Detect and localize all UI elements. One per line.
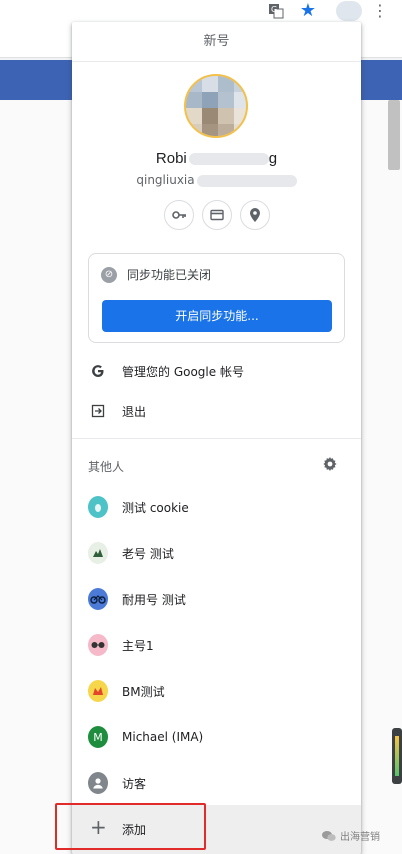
sign-out-item[interactable]: 退出 [72, 393, 361, 429]
guest-avatar-icon [88, 772, 108, 794]
person-label: 主号1 [122, 638, 154, 653]
person-avatar [88, 496, 108, 518]
user-name-text: Robi [155, 150, 187, 167]
menu-divider [72, 438, 361, 439]
user-avatar [184, 74, 248, 138]
person-avatar [88, 634, 108, 656]
person-item-guest[interactable]: 访客 [72, 765, 361, 801]
credit-card-icon [210, 209, 224, 221]
annotation-highlight-box [55, 803, 206, 850]
person-avatar [88, 542, 108, 564]
person-avatar: M [88, 726, 108, 748]
sign-out-icon [88, 401, 108, 421]
volume-meter [392, 728, 402, 784]
person-item-main-account[interactable]: 主号1 [72, 627, 361, 663]
person-avatar [88, 588, 108, 610]
browser-toolbar: G ★ ⋮ [0, 0, 402, 22]
sync-off-icon: ⊘ [101, 266, 117, 283]
bookmark-star-icon[interactable]: ★ [298, 1, 318, 21]
sync-card: ⊘ 同步功能已关闭 开启同步功能... [88, 253, 345, 343]
menu-title: 新号 [72, 22, 361, 62]
gear-icon[interactable] [322, 456, 340, 474]
svg-text:G: G [271, 5, 277, 14]
google-g-icon [88, 361, 108, 381]
manage-google-account-item[interactable]: 管理您的 Google 帐号 [72, 353, 361, 389]
person-item-durable-account[interactable]: 耐用号 测试 [72, 581, 361, 617]
manage-google-account-label: 管理您的 Google 帐号 [122, 364, 244, 379]
translate-icon[interactable]: G [266, 1, 286, 21]
sync-status: 同步功能已关闭 [127, 268, 212, 282]
person-label: 耐用号 测试 [122, 592, 186, 607]
more-menu-icon[interactable]: ⋮ [370, 1, 390, 21]
passwords-button[interactable] [164, 200, 194, 230]
person-item-test-cookie[interactable]: 测试 cookie [72, 489, 361, 525]
person-avatar [88, 680, 108, 702]
person-label: Michael (IMA) [122, 730, 204, 744]
watermark-text: 出海营销 [340, 832, 380, 843]
key-icon [172, 211, 186, 219]
page-scrollbar[interactable] [388, 100, 400, 170]
person-item-old-account[interactable]: 老号 测试 [72, 535, 361, 571]
profile-avatar-button[interactable] [336, 1, 362, 21]
payment-methods-button[interactable] [202, 200, 232, 230]
location-pin-icon [250, 208, 260, 222]
person-label: 老号 测试 [122, 546, 174, 561]
watermark: 出海营销 [322, 828, 380, 843]
enable-sync-button[interactable]: 开启同步功能... [102, 300, 332, 332]
user-name: Robi g [72, 150, 361, 167]
user-name-tail: g [268, 150, 278, 167]
person-item-michael[interactable]: M Michael (IMA) [72, 719, 361, 755]
addresses-button[interactable] [240, 200, 270, 230]
person-label: BM测试 [122, 684, 165, 699]
wechat-icon [322, 830, 336, 841]
person-label: 测试 cookie [122, 500, 189, 515]
person-label: 访客 [122, 776, 147, 791]
redacted-email [196, 174, 297, 187]
other-people-title: 其他人 [88, 460, 125, 474]
person-item-bm-test[interactable]: BM测试 [72, 673, 361, 709]
redacted-name [188, 153, 269, 166]
user-email-text: qingliuxia [136, 173, 195, 187]
profile-menu: 新号 Robi g qingliuxia ⊘ 同步功能已关闭 开启同步功能...… [72, 22, 361, 854]
user-email: qingliuxia [72, 173, 361, 187]
sign-out-label: 退出 [122, 404, 147, 419]
